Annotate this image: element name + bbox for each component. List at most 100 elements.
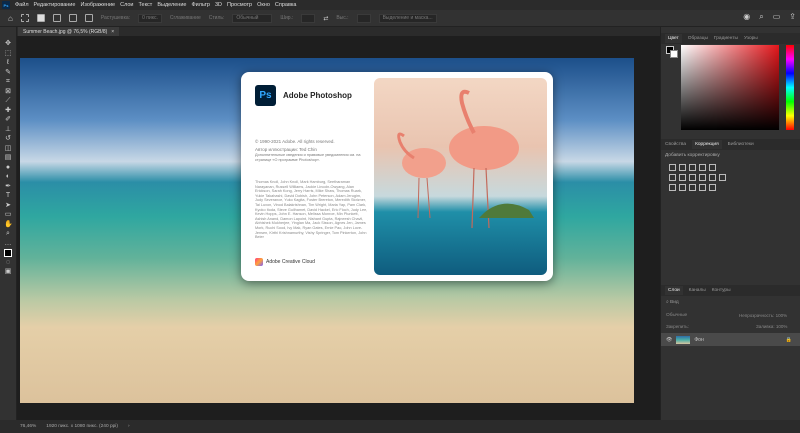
tab-swatches[interactable]: Образцы [688, 36, 708, 41]
history-brush-icon[interactable]: ↺ [4, 135, 12, 143]
menu-file[interactable]: Файл [15, 2, 29, 8]
stamp-tool-icon[interactable]: ⊥ [4, 126, 12, 134]
adjustment-icons-row-3 [661, 184, 800, 191]
zoom-level[interactable]: 76,46% [20, 424, 36, 429]
document-tab[interactable]: Summer Beach.jpg @ 76,5% (RGB/8) × [18, 27, 120, 36]
tab-color[interactable]: Цвет [665, 34, 682, 43]
hue-saturation-icon[interactable] [669, 174, 676, 181]
screen-mode-icon[interactable]: ▣ [4, 268, 12, 276]
options-right: ◉ ⌕ ▭ ⇪ [743, 12, 796, 22]
exposure-icon[interactable] [699, 164, 706, 171]
menu-help[interactable]: Справка [275, 2, 297, 8]
brightness-icon[interactable] [669, 164, 676, 171]
select-mask-button[interactable]: Выделение и маска... [378, 13, 437, 23]
lock-icon: 🔒 [785, 336, 792, 343]
intersect-selection-icon[interactable] [84, 14, 93, 22]
move-tool-icon[interactable]: ✥ [4, 40, 12, 48]
gradient-map-icon[interactable] [709, 184, 716, 191]
tab-libraries[interactable]: Библиотеки [728, 142, 754, 147]
invert-icon[interactable] [669, 184, 676, 191]
fill-control[interactable]: Заливка: 100% [756, 324, 787, 329]
creative-cloud-label: Adobe Creative Cloud [266, 259, 315, 265]
hue-slider[interactable] [786, 45, 794, 130]
new-selection-icon[interactable] [36, 14, 45, 22]
menu-select[interactable]: Выделение [157, 2, 186, 8]
crop-tool-icon[interactable]: ⌗ [4, 78, 12, 86]
visibility-eye-icon[interactable]: 👁 [666, 337, 672, 343]
curves-icon[interactable] [689, 164, 696, 171]
posterize-icon[interactable] [679, 184, 686, 191]
menu-view[interactable]: Просмотр [227, 2, 252, 8]
type-tool-icon[interactable]: T [4, 192, 12, 200]
fill-value[interactable]: 100% [776, 324, 788, 329]
channel-mixer-icon[interactable] [709, 174, 716, 181]
home-icon[interactable]: ⌂ [8, 14, 13, 23]
path-select-tool-icon[interactable]: ➤ [4, 202, 12, 210]
tab-properties[interactable]: Свойства [665, 142, 686, 147]
workspace-icon[interactable]: ▭ [773, 12, 781, 22]
color-swatches-icon[interactable] [4, 249, 12, 257]
marquee-tool-icon[interactable]: ⬚ [4, 50, 12, 58]
tab-layers[interactable]: Слои [665, 286, 683, 295]
menu-type[interactable]: Текст [138, 2, 152, 8]
learn-icon[interactable]: ◉ [743, 12, 750, 22]
shape-tool-icon[interactable]: ▭ [4, 211, 12, 219]
status-menu-icon[interactable]: › [128, 424, 130, 429]
eyedropper-tool-icon[interactable]: ⟋ [4, 97, 12, 105]
zoom-tool-icon[interactable]: ⌕ [4, 230, 12, 238]
add-adjustment-label: Добавить корректировку [665, 153, 720, 158]
tab-channels[interactable]: Каналы [689, 288, 706, 293]
height-input[interactable] [356, 13, 371, 23]
background-color[interactable] [670, 50, 678, 58]
opacity-control[interactable]: Непрозрачность: 100% [739, 313, 787, 318]
close-icon[interactable]: × [111, 29, 114, 35]
selective-color-icon[interactable] [699, 184, 706, 191]
quick-mask-icon[interactable]: ◌ [4, 259, 12, 267]
feather-input[interactable]: 0 пикс. [138, 13, 162, 23]
frame-tool-icon[interactable]: ⊠ [4, 88, 12, 96]
layer-row[interactable]: 👁 Фон 🔒 [661, 333, 800, 346]
blend-mode-select[interactable]: Обычные [666, 313, 687, 318]
lasso-tool-icon[interactable]: ℓ [4, 59, 12, 67]
color-lookup-icon[interactable] [719, 174, 726, 181]
more-tools-icon[interactable]: … [4, 240, 12, 248]
brush-tool-icon[interactable]: ✐ [4, 116, 12, 124]
vibrance-icon[interactable] [709, 164, 716, 171]
menu-filter[interactable]: Фильтр [191, 2, 209, 8]
color-picker-field[interactable] [681, 45, 779, 130]
threshold-icon[interactable] [689, 184, 696, 191]
tab-adjustments[interactable]: Коррекция [692, 140, 722, 149]
healing-tool-icon[interactable]: ✚ [4, 107, 12, 115]
subtract-selection-icon[interactable] [68, 14, 77, 22]
gradient-tool-icon[interactable]: ▤ [4, 154, 12, 162]
tab-paths[interactable]: Контуры [712, 288, 731, 293]
marquee-tool-icon[interactable] [20, 14, 29, 22]
swap-icon[interactable]: ⇄ [323, 15, 328, 22]
pen-tool-icon[interactable]: ✒ [4, 183, 12, 191]
style-select[interactable]: Обычный [232, 13, 273, 23]
menu-layers[interactable]: Слои [120, 2, 133, 8]
menu-3d[interactable]: 3D [215, 2, 222, 8]
add-selection-icon[interactable] [52, 14, 61, 22]
menu-image[interactable]: Изображение [80, 2, 115, 8]
layer-filter[interactable]: ⌕ Вид [666, 299, 679, 305]
antialias-checkbox[interactable]: Сглаживание [170, 15, 201, 21]
levels-icon[interactable] [679, 164, 686, 171]
blur-tool-icon[interactable]: ● [4, 164, 12, 172]
color-balance-icon[interactable] [679, 174, 686, 181]
width-input[interactable] [301, 13, 316, 23]
quick-select-tool-icon[interactable]: ✎ [4, 69, 12, 77]
share-icon[interactable]: ⇪ [789, 12, 796, 22]
tab-patterns[interactable]: Узоры [744, 36, 758, 41]
menu-edit[interactable]: Редактирование [34, 2, 76, 8]
search-icon[interactable]: ⌕ [759, 12, 763, 22]
opacity-value[interactable]: 100% [776, 313, 788, 318]
tab-gradients[interactable]: Градиенты [714, 36, 738, 41]
hand-tool-icon[interactable]: ✋ [4, 221, 13, 229]
menu-window[interactable]: Окно [257, 2, 270, 8]
dodge-tool-icon[interactable]: ◐ [4, 173, 12, 181]
options-bar: ⌂ Растушевка: 0 пикс. Сглаживание Стиль:… [0, 10, 800, 27]
photo-filter-icon[interactable] [699, 174, 706, 181]
black-white-icon[interactable] [689, 174, 696, 181]
eraser-tool-icon[interactable]: ◫ [4, 145, 12, 153]
